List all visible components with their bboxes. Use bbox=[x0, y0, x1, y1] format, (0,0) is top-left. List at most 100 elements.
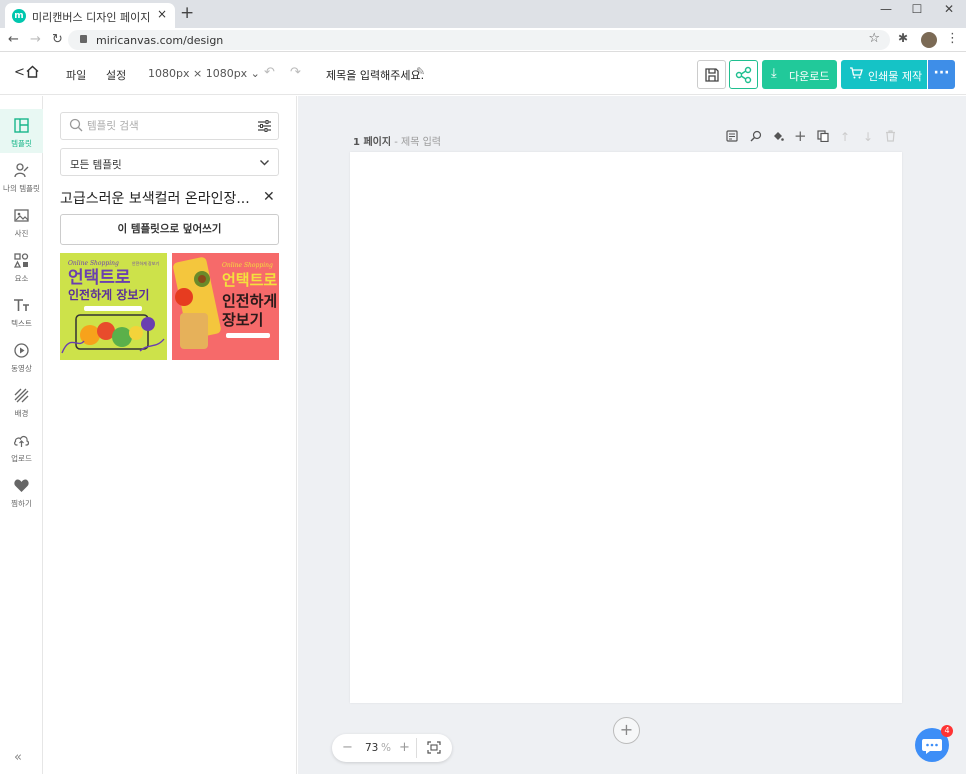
add-page-button[interactable]: + bbox=[613, 717, 640, 744]
video-icon bbox=[14, 343, 29, 358]
notification-badge: 4 bbox=[941, 725, 953, 737]
fit-screen-icon[interactable] bbox=[427, 741, 441, 754]
sidebar-item-elements[interactable]: 요소 bbox=[0, 244, 43, 288]
left-sidebar: 템플릿 나의 템플릿 사진 요소 텍스트 동영상 배경 업로드 찜하기 « bbox=[0, 96, 43, 774]
template-category-select[interactable]: 모든 템플릿 bbox=[60, 148, 279, 176]
minimize-button[interactable]: — bbox=[871, 2, 901, 16]
download-button[interactable]: ⤓ 다운로드 bbox=[762, 60, 837, 89]
close-icon[interactable]: ✕ bbox=[263, 189, 275, 205]
url-bar[interactable]: miricanvas.com/design ☆ bbox=[68, 30, 890, 50]
tab-close-icon[interactable]: × bbox=[157, 7, 167, 21]
template-search bbox=[60, 112, 279, 140]
template-panel: 모든 템플릿 고급스러운 보색컬러 온라인장... ✕ 이 템플릿으로 덮어쓰기… bbox=[44, 96, 297, 774]
edit-pencil-icon[interactable]: ✎ bbox=[416, 65, 425, 78]
filter-settings-icon[interactable] bbox=[257, 119, 272, 133]
elements-icon bbox=[13, 253, 29, 268]
back-arrow-icon[interactable]: ← bbox=[8, 32, 19, 47]
chat-support-button[interactable]: 4 bbox=[915, 725, 953, 762]
app-toolbar: < 파일 설정 1080px × 1080px ⌄ ↶ ↷ 제목을 입력해주세요… bbox=[0, 53, 966, 95]
redo-icon[interactable]: ↷ bbox=[290, 65, 301, 80]
thumb-subheadline: 인전하게 bbox=[222, 292, 277, 310]
upload-icon bbox=[14, 435, 30, 447]
sidebar-item-photo[interactable]: 사진 bbox=[0, 199, 43, 243]
back-chevron-icon[interactable]: < bbox=[14, 65, 25, 80]
address-bar-row: ← → ↻ miricanvas.com/design ☆ bbox=[0, 28, 966, 52]
sidebar-item-background[interactable]: 배경 bbox=[0, 379, 43, 423]
reload-icon[interactable]: ↻ bbox=[52, 32, 63, 47]
sidebar-label: 업로드 bbox=[11, 454, 32, 463]
sidebar-item-template[interactable]: 템플릿 bbox=[0, 109, 43, 153]
search-icon bbox=[69, 118, 83, 132]
profile-avatar[interactable] bbox=[921, 32, 937, 48]
svg-text:Online Shopping: Online Shopping bbox=[222, 262, 273, 269]
maximize-button[interactable]: ☐ bbox=[902, 2, 932, 16]
collapse-sidebar-icon[interactable]: « bbox=[14, 750, 22, 765]
memo-icon[interactable] bbox=[726, 130, 738, 145]
text-icon bbox=[14, 299, 29, 311]
sidebar-label: 나의 템플릿 bbox=[3, 184, 40, 193]
save-button[interactable] bbox=[697, 60, 726, 89]
url-text: miricanvas.com/design bbox=[96, 34, 224, 47]
paint-bucket-icon[interactable] bbox=[772, 130, 784, 145]
canvas-size-dropdown[interactable]: 1080px × 1080px ⌄ bbox=[148, 67, 260, 80]
template-thumbnail[interactable]: Online Shopping 언택트로 인전하게 장보기 bbox=[172, 253, 279, 360]
zoom-in-button[interactable]: + bbox=[399, 740, 410, 755]
overwrite-template-button[interactable]: 이 템플릿으로 덮어쓰기 bbox=[60, 214, 279, 245]
move-up-icon[interactable]: ↑ bbox=[840, 130, 850, 144]
sidebar-item-my-template[interactable]: 나의 템플릿 bbox=[0, 154, 43, 198]
browser-tab[interactable]: m 미리캔버스 디자인 페이지 × bbox=[5, 3, 175, 28]
forward-arrow-icon[interactable]: → bbox=[30, 32, 41, 47]
add-element-icon[interactable]: + bbox=[794, 127, 807, 145]
sidebar-label: 사진 bbox=[14, 229, 29, 238]
move-down-icon[interactable]: ↓ bbox=[863, 130, 873, 144]
cart-icon bbox=[849, 66, 863, 84]
sidebar-item-favorite[interactable]: 찜하기 bbox=[0, 469, 43, 513]
file-menu[interactable]: 파일 bbox=[66, 67, 86, 83]
delete-page-icon[interactable] bbox=[885, 130, 896, 145]
divider bbox=[416, 738, 417, 758]
svg-text:안전하게 장보기: 안전하게 장보기 bbox=[132, 260, 159, 266]
sidebar-item-video[interactable]: 동영상 bbox=[0, 334, 43, 378]
download-label: 다운로드 bbox=[789, 70, 830, 83]
settings-menu[interactable]: 설정 bbox=[106, 67, 126, 83]
undo-icon[interactable]: ↶ bbox=[264, 65, 275, 80]
new-tab-button[interactable]: + bbox=[180, 3, 194, 23]
lock-icon bbox=[80, 35, 87, 43]
background-icon bbox=[14, 388, 29, 403]
thumb-headline: 언택트로 bbox=[68, 268, 131, 288]
download-icon: ⤓ bbox=[771, 66, 777, 81]
design-page[interactable] bbox=[350, 152, 902, 703]
zoom-out-button[interactable]: − bbox=[342, 740, 353, 755]
zoom-control: − 73 % + bbox=[332, 734, 452, 762]
svg-text:Online Shopping: Online Shopping bbox=[68, 260, 119, 267]
magic-icon[interactable] bbox=[750, 130, 762, 145]
search-input[interactable] bbox=[87, 118, 247, 134]
share-button[interactable] bbox=[729, 60, 758, 89]
zoom-value[interactable]: 73 bbox=[365, 742, 378, 754]
template-title: 고급스러운 보색컬러 온라인장... bbox=[60, 191, 250, 207]
page-title-input[interactable]: - 제목 입력 bbox=[391, 137, 441, 148]
page-label: 1 페이지 - 제목 입력 bbox=[353, 133, 441, 148]
copy-page-icon[interactable] bbox=[817, 130, 829, 145]
thumbnail-artwork: Online Shopping 언택트로 인전하게 장보기 bbox=[172, 253, 279, 360]
select-value: 모든 템플릿 bbox=[70, 159, 122, 171]
heart-icon bbox=[14, 479, 29, 492]
my-template-icon bbox=[14, 163, 29, 178]
bookmark-star-icon[interactable]: ☆ bbox=[868, 31, 880, 46]
extensions-icon[interactable]: ✱ bbox=[898, 31, 908, 45]
print-order-button[interactable]: 인쇄물 제작 bbox=[841, 60, 927, 89]
window-close-button[interactable]: ✕ bbox=[934, 2, 964, 16]
sidebar-item-upload[interactable]: 업로드 bbox=[0, 424, 43, 468]
more-options-button[interactable]: ··· bbox=[928, 60, 955, 89]
zoom-unit: % bbox=[381, 742, 391, 754]
thumb-subheadline-2: 장보기 bbox=[222, 311, 263, 329]
sidebar-label: 요소 bbox=[14, 274, 29, 283]
home-icon[interactable] bbox=[26, 65, 39, 82]
chevron-down-icon bbox=[260, 160, 269, 166]
sidebar-label: 배경 bbox=[14, 409, 29, 418]
browser-menu-icon[interactable]: ⋮ bbox=[946, 31, 959, 46]
canvas-workspace: 1 페이지 - 제목 입력 + ↑ ↓ + − 73 % + 4 bbox=[298, 96, 966, 774]
sidebar-item-text[interactable]: 텍스트 bbox=[0, 289, 43, 333]
template-thumbnail[interactable]: Online Shopping 안전하게 장보기 언택트로 인전하게 장보기 bbox=[60, 253, 167, 360]
document-title[interactable]: 제목을 입력해주세요. bbox=[326, 67, 424, 83]
